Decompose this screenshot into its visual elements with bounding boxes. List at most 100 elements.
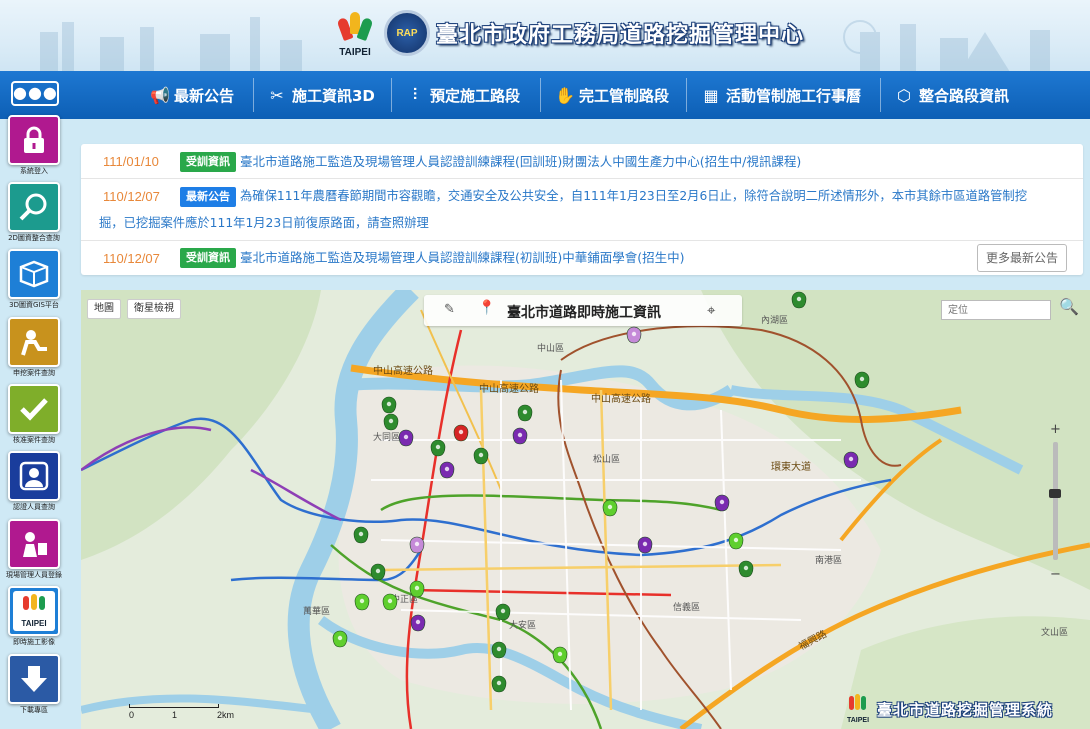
crosshair-icon[interactable]: ⌖ (707, 301, 715, 319)
construction-pin[interactable] (491, 675, 507, 693)
menu-toggle-button[interactable]: ●●● (11, 81, 59, 106)
construction-pin[interactable] (409, 580, 425, 598)
construction-pin[interactable] (353, 526, 369, 544)
nav-latest-news[interactable]: 📢 最新公告 (150, 71, 234, 119)
scale-label: 1 (172, 710, 178, 720)
nav-integrated-roads[interactable]: ⬡ 整合路段資訊 (895, 71, 1009, 119)
megaphone-icon: 📢 (150, 85, 170, 105)
construction-pin[interactable] (354, 593, 370, 611)
tool-approved-case-query[interactable]: 核准案件查詢 (4, 382, 62, 446)
announcement-panel: 111/01/10 受訓資訊 臺北市道路施工監造及現場管理人員認證訓練課程(回訓… (81, 144, 1083, 275)
locate-input[interactable] (941, 300, 1051, 320)
tool-dig-case-query[interactable]: 申挖案件查詢 (4, 315, 62, 379)
construction-pin[interactable] (728, 532, 744, 550)
announcement-link[interactable]: 為確保111年農曆春節期間市容觀瞻，交通安全及公共安全，自111年1月23日至2… (240, 183, 1027, 210)
construction-pin[interactable] (409, 536, 425, 554)
announcement-row[interactable]: 110/12/07 最新公告 為確保111年農曆春節期間市容觀瞻，交通安全及公共… (81, 179, 1083, 241)
construction-pin[interactable] (495, 603, 511, 621)
scale-label: 2km (217, 710, 235, 720)
search-icon[interactable]: 🔍 (1059, 297, 1079, 316)
announcement-row[interactable]: 110/12/07 受訓資訊 臺北市道路施工監造及現場管理人員認證訓練課程(初訓… (81, 241, 1083, 275)
zoom-handle[interactable] (1049, 489, 1061, 498)
pin-icon: 📍 (478, 300, 496, 316)
announcement-badge: 受訓資訊 (180, 152, 236, 172)
announcement-badge: 受訓資訊 (180, 248, 236, 268)
construction-pin[interactable] (430, 439, 446, 457)
map-label-songshan: 松山區 (593, 453, 620, 465)
tool-label: 即時施工影像 (13, 638, 55, 646)
tool-live-video[interactable]: TAIPEI 即時施工影像 (4, 584, 62, 648)
construction-pin[interactable] (791, 291, 807, 309)
construction-pin[interactable] (491, 641, 507, 659)
construction-pin[interactable] (473, 447, 489, 465)
nav-scheduled-roads[interactable]: ⫶ 預定施工路段 (406, 71, 520, 119)
tool-download[interactable]: 下載專區 (4, 652, 62, 716)
zoom-slider[interactable]: + − (1049, 422, 1062, 582)
tool-2d-query[interactable]: 2D圖資整合查詢 (4, 180, 62, 244)
map-title-panel: ✎ 📍 臺北市道路即時施工資訊 ⌖ (424, 295, 742, 326)
construction-pin[interactable] (626, 326, 642, 344)
tool-label: 系統登入 (20, 167, 48, 175)
construction-pin[interactable] (370, 563, 386, 581)
nav-construction-3d[interactable]: ✂ 施工資訊3D (268, 71, 375, 119)
construction-pin[interactable] (854, 371, 870, 389)
zoom-out-button[interactable]: − (1050, 567, 1061, 582)
map-view-button[interactable]: 地圖 (87, 299, 121, 319)
announcement-link-continued[interactable]: 掘，已挖掘案件應於111年1月23日前復原路面，請查照辦理 (99, 210, 429, 237)
construction-pin[interactable] (843, 451, 859, 469)
construction-pin[interactable] (383, 413, 399, 431)
map-label-nangang: 南港區 (815, 554, 842, 566)
tool-site-manager-login[interactable]: 現場管理人員登錄 (4, 517, 62, 581)
announcement-date: 110/12/07 (103, 189, 160, 204)
nav-item-label: 最新公告 (174, 86, 235, 105)
construction-pin[interactable] (714, 494, 730, 512)
tool-label: 現場管理人員登錄 (6, 571, 62, 579)
pen-icon[interactable]: ✎ (444, 302, 455, 317)
construction-pin[interactable] (637, 536, 653, 554)
hand-icon: ✋ (555, 85, 575, 105)
map-label-hwy-2: 中山高速公路 (479, 382, 539, 395)
construction-pin[interactable] (738, 560, 754, 578)
road-icon: ⫶ (412, 85, 417, 104)
map-scale-bar: 0 1 2km (129, 704, 234, 720)
map-label-hwy-1: 中山高速公路 (373, 364, 433, 377)
announcement-link[interactable]: 臺北市道路施工監造及現場管理人員認證訓練課程(初訓班)中華鋪面學會(招生中) (240, 244, 685, 271)
map-footer-logo: TAIPEI 臺北市道路挖掘管理系統 (843, 694, 1053, 724)
construction-pin[interactable] (382, 593, 398, 611)
construction-pin[interactable] (398, 429, 414, 447)
announcement-row[interactable]: 111/01/10 受訓資訊 臺北市道路施工監造及現場管理人員認證訓練課程(回訓… (81, 144, 1083, 179)
construction-pin[interactable] (381, 396, 397, 414)
construction-map[interactable]: 中山區 松山區 信義區 大安區 中正區 萬華區 大同區 內湖區 南港區 文山區 … (81, 290, 1090, 729)
construction-pin[interactable] (552, 646, 568, 664)
box3d-icon (8, 249, 60, 299)
satellite-view-button[interactable]: 衛星檢視 (127, 299, 181, 319)
construction-pin[interactable] (332, 630, 348, 648)
construction-pin[interactable] (517, 404, 533, 422)
download-icon (8, 654, 60, 704)
nav-completed-roads[interactable]: ✋ 完工管制路段 (555, 71, 669, 119)
construction-pin[interactable] (453, 424, 469, 442)
magnifier-icon (8, 182, 60, 232)
more-announcements-button[interactable]: 更多最新公告 (977, 244, 1067, 272)
construction-pin[interactable] (512, 427, 528, 445)
announcement-link[interactable]: 臺北市道路施工監造及現場管理人員認證訓練課程(回訓班)財團法人中國生產力中心(招… (240, 148, 801, 175)
taipei-icon: TAIPEI (8, 586, 60, 636)
nav-event-calendar[interactable]: ▦ 活動管制施工行事曆 (702, 71, 861, 119)
scale-label: 0 (129, 710, 135, 720)
tool-label: 3D圖資GIS平台 (9, 301, 59, 309)
tool-3d-gis[interactable]: 3D圖資GIS平台 (4, 247, 62, 311)
map-footer-title: 臺北市道路挖掘管理系統 (877, 700, 1054, 719)
zoom-in-button[interactable]: + (1050, 422, 1061, 437)
calendar-icon: ▦ (703, 85, 719, 105)
nav-divider (391, 78, 392, 112)
cube-icon: ⬡ (897, 85, 911, 105)
map-label-wanhua: 萬華區 (303, 605, 330, 617)
tool-system-login[interactable]: 系統登入 (4, 113, 62, 177)
taipei-city-logo: TAIPEI (332, 8, 378, 58)
zoom-track[interactable] (1053, 442, 1058, 560)
tool-certified-staff-query[interactable]: 認證人員查詢 (4, 449, 62, 513)
construction-pin[interactable] (439, 461, 455, 479)
construction-pin[interactable] (410, 614, 426, 632)
construction-pin[interactable] (602, 499, 618, 517)
lock-icon (8, 115, 60, 165)
